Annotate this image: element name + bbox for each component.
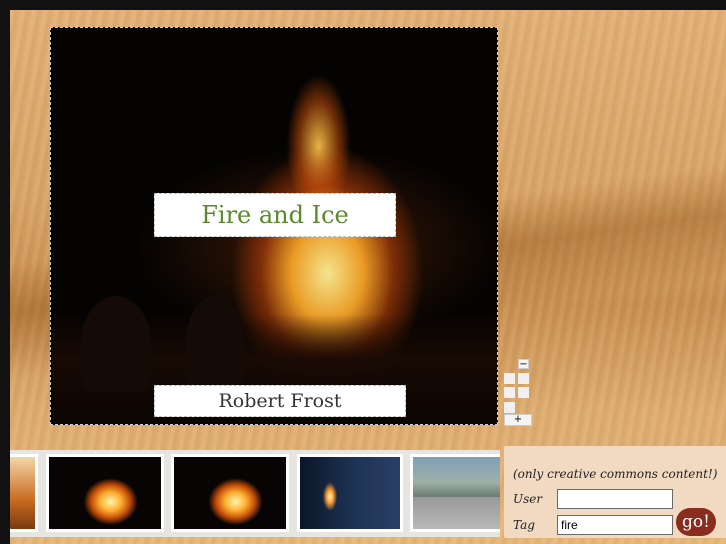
minus-icon: − [519, 359, 528, 370]
creative-commons-note: (only creative commons content!) [513, 467, 718, 481]
poem-author: Robert Frost [218, 390, 342, 412]
zoom-in-button[interactable]: + [504, 414, 532, 426]
thumbnail-bonfire-2[interactable] [171, 454, 289, 532]
thumbnail-street-cars[interactable] [410, 454, 500, 532]
pan-left-button[interactable] [504, 373, 515, 384]
go-button[interactable]: go! [676, 508, 716, 536]
main-photo: Fire and Ice Robert Frost [50, 27, 498, 425]
pan-up-button[interactable] [518, 373, 529, 384]
zoom-control: − + [504, 359, 534, 427]
user-label: User [513, 492, 543, 506]
thumbnail-bonfire-1[interactable] [46, 454, 164, 532]
user-input[interactable] [557, 489, 673, 509]
poem-title: Fire and Ice [201, 201, 349, 229]
person-silhouette [186, 296, 244, 386]
person-silhouette [81, 296, 151, 391]
thumbnail-strip [10, 450, 500, 537]
pan-down-button[interactable] [504, 387, 515, 398]
reset-button[interactable] [504, 402, 515, 413]
thumbnail-candle-hand[interactable] [297, 454, 403, 532]
thumbnail-partial-image[interactable] [10, 454, 38, 532]
tag-input[interactable] [557, 515, 673, 535]
search-panel: (only creative commons content!) User Ta… [504, 446, 726, 538]
go-button-label: go! [682, 512, 710, 532]
poem-author-box[interactable]: Robert Frost [154, 385, 406, 417]
zoom-out-button[interactable]: − [518, 359, 529, 370]
tag-label: Tag [513, 518, 535, 532]
plus-icon: + [513, 414, 523, 425]
wood-background: Fire and Ice Robert Frost − + (only crea… [10, 10, 726, 544]
pan-right-button[interactable] [518, 387, 529, 398]
poem-title-box[interactable]: Fire and Ice [154, 193, 396, 237]
